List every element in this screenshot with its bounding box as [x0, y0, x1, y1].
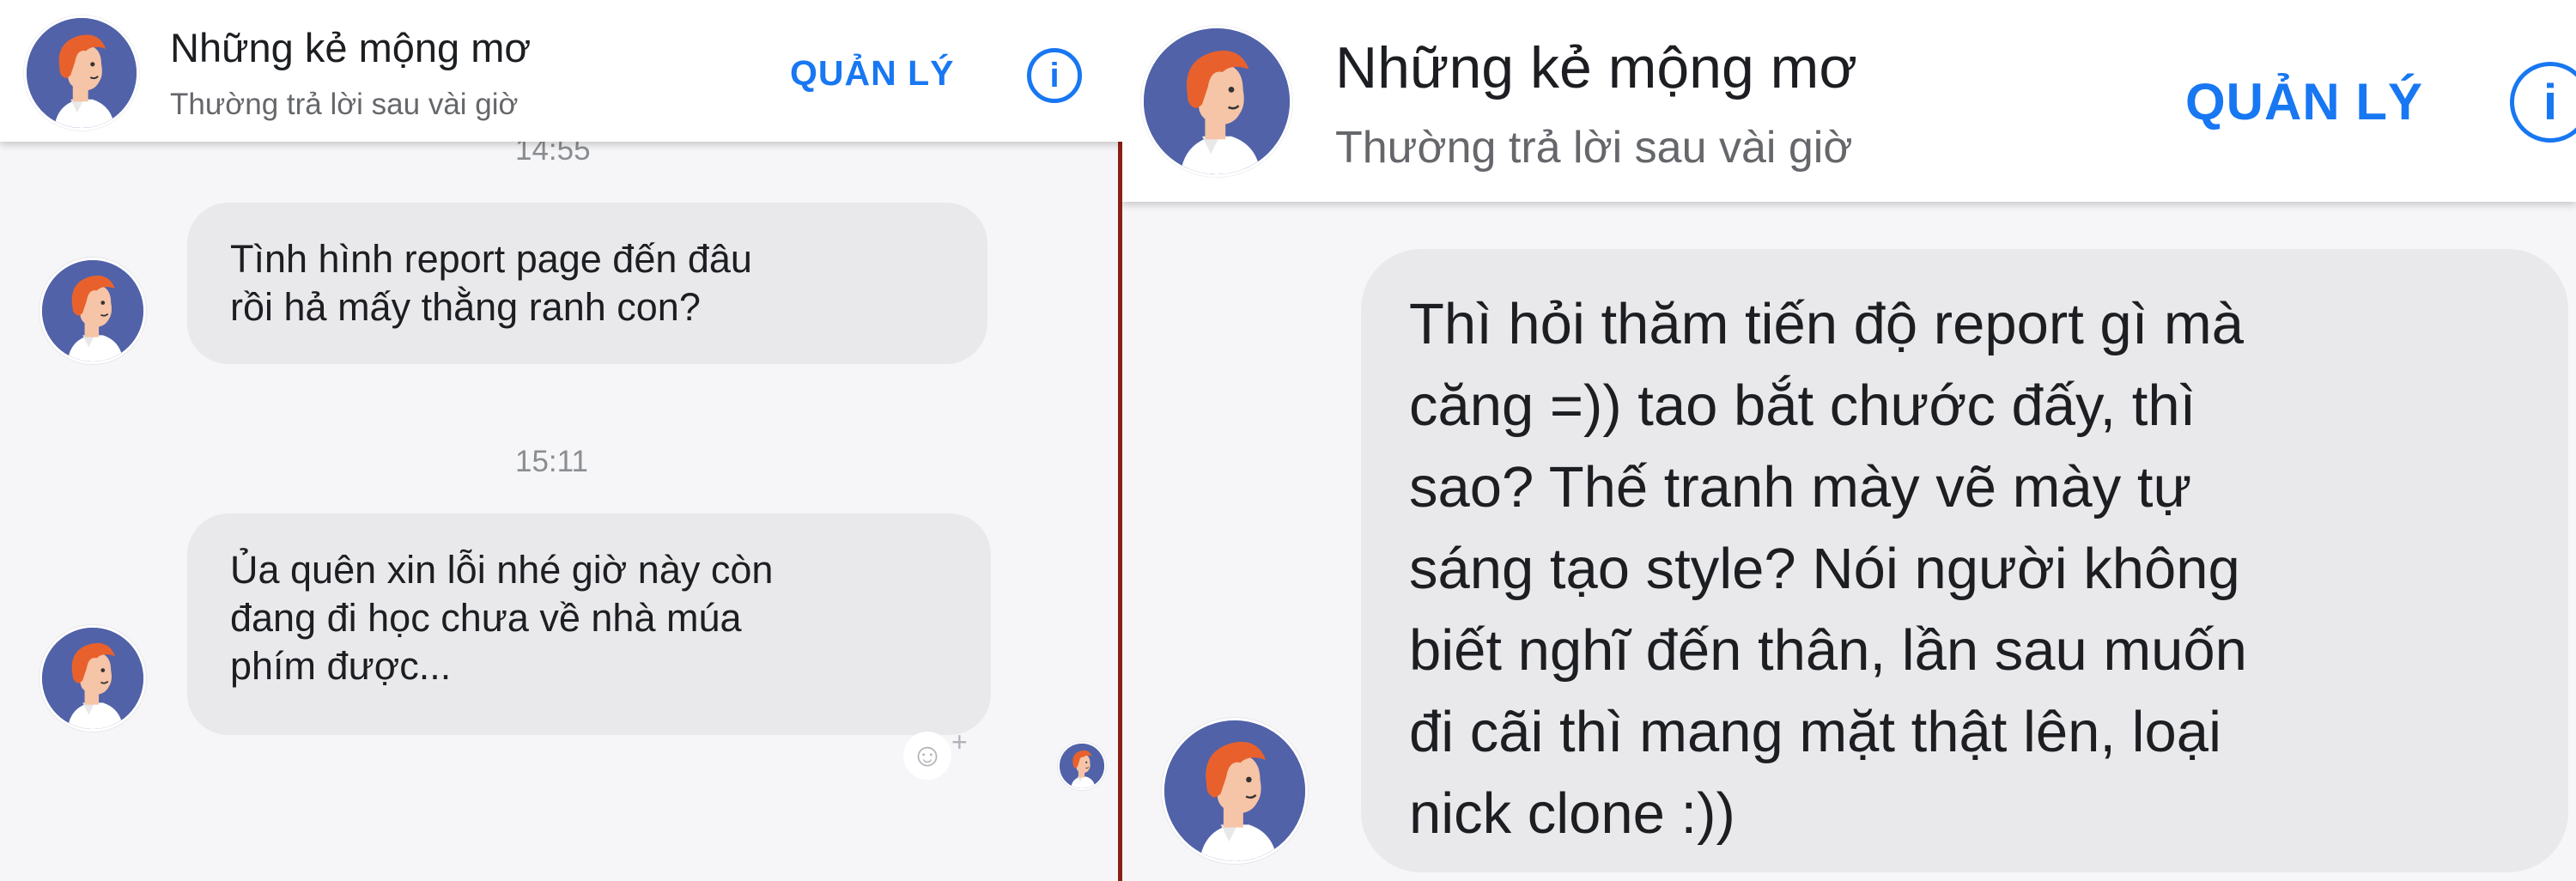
message-line: sao? Thế tranh mày vẽ mày tự: [1409, 455, 2192, 519]
chat-header: Những kẻ mộng mơ Thường trả lời sau vài …: [1122, 0, 2576, 202]
conversation-avatar[interactable]: [24, 15, 139, 131]
message-bubble[interactable]: Ủa quên xin lỗi nhé giờ này còn đang đi …: [187, 513, 991, 735]
message-line: phím được...: [230, 644, 452, 688]
message-line: biết nghĩ đến thân, lần sau muốn: [1409, 618, 2247, 683]
manage-button[interactable]: QUẢN LÝ: [790, 53, 955, 94]
conversation-status: Thường trả lời sau vài giờ: [1335, 123, 1853, 173]
conversation-title[interactable]: Những kẻ mộng mơ: [1335, 34, 1857, 101]
info-icon[interactable]: i: [1027, 48, 1082, 103]
message-bubble[interactable]: Tình hình report page đến đâu rồi hả mấy…: [187, 203, 987, 364]
timestamp: 15:11: [515, 445, 588, 478]
add-reaction-plus: +: [951, 726, 968, 757]
sender-avatar[interactable]: [39, 625, 146, 732]
message-line: rồi hả mấy thằng ranh con?: [230, 285, 701, 329]
conversation-title[interactable]: Những kẻ mộng mơ: [170, 24, 531, 71]
message-line: đang đi học chưa về nhà múa: [230, 596, 742, 640]
left-screenshot-panel: Những kẻ mộng mơ Thường trả lời sau vài …: [0, 0, 1122, 881]
message-line: Thì hỏi thăm tiến độ report gì mà: [1409, 292, 2244, 356]
message-line: Ủa quên xin lỗi nhé giờ này còn: [230, 548, 774, 592]
sender-avatar[interactable]: [1162, 718, 1308, 864]
message-line: đi cãi thì mang mặt thật lên, loại: [1409, 700, 2221, 764]
manage-button[interactable]: QUẢN LÝ: [2185, 72, 2423, 131]
seen-avatar: [1058, 742, 1106, 790]
add-reaction-icon[interactable]: ☺: [903, 732, 951, 780]
conversation-status: Thường trả lời sau vài giờ: [170, 88, 519, 121]
chat-header: Những kẻ mộng mơ Thường trả lời sau vài …: [0, 0, 1122, 142]
message-line: sáng tạo style? Nói người không: [1409, 537, 2240, 601]
sender-avatar[interactable]: [39, 258, 146, 364]
conversation-avatar[interactable]: [1141, 26, 1292, 177]
message-bubble[interactable]: Thì hỏi thăm tiến độ report gì mà căng =…: [1361, 249, 2568, 872]
info-icon[interactable]: i: [2510, 62, 2576, 143]
message-line: căng =)) tao bắt chước đấy, thì: [1409, 374, 2196, 438]
message-line: Tình hình report page đến đâu: [230, 237, 752, 281]
right-screenshot-panel: Những kẻ mộng mơ Thường trả lời sau vài …: [1122, 0, 2576, 881]
message-line: nick clone :)): [1409, 781, 1735, 846]
